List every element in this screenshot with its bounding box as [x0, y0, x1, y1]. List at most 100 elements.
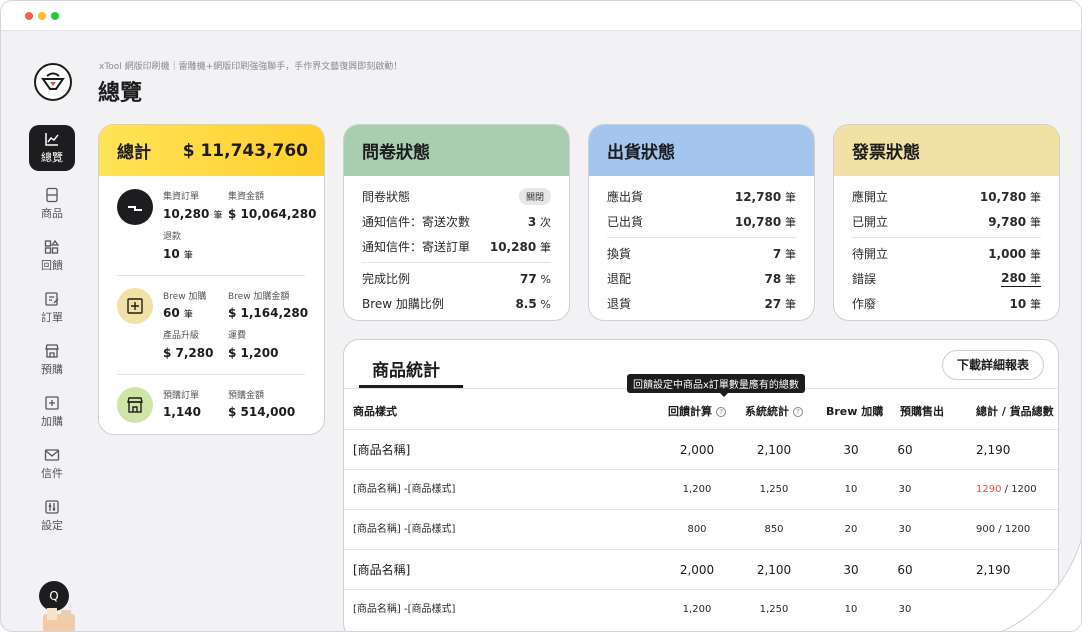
refund-label: 退款 [163, 232, 182, 242]
system-stats-cell: 2,100 [756, 443, 792, 457]
reward-calc-cell: 1,200 [682, 604, 712, 615]
invoice-row-label: 作廢 [852, 297, 877, 311]
product-name-cell: [商品名稱] [353, 443, 411, 457]
addon-icon [45, 396, 59, 410]
invoice-row-label: 應開立 [852, 190, 889, 204]
app-window: xTool 網版印刷機｜雷雕機+網版印刷強強聯手，手作界文藝復興即刻啟動！ 總覽… [0, 0, 1082, 632]
survey-row: 通知信件：寄送訂單 10,280 筆 [344, 234, 569, 259]
decorative-illustration-icon [43, 608, 75, 631]
brew-amount-value: $ 1,164,280 [228, 306, 309, 320]
invoice-row[interactable]: 錯誤 280 筆 [834, 266, 1059, 291]
help-icon[interactable]: ? [716, 407, 726, 417]
sidebar-item-overview[interactable]: 總覽 [29, 125, 75, 171]
sidebar-item-label: 回饋 [41, 259, 63, 272]
survey-row-value: 10,280 筆 [489, 239, 551, 254]
total-amount: $ 11,743,760 [182, 140, 308, 161]
shipping-row-label: 退配 [607, 272, 632, 286]
shipping-fee-label: 運費 [228, 331, 247, 341]
sidebar-item-addons[interactable]: 加購 [29, 389, 75, 435]
survey-status-row: 問卷狀態 關閉 [344, 184, 569, 209]
shipping-row-label: 換貨 [607, 247, 632, 261]
settings-icon [45, 500, 59, 514]
brand-logo-icon[interactable] [34, 63, 72, 101]
shipping-status-card: 出貨狀態 應出貨 12,780 筆 已出貨 10,780 筆 換貨 7 筆 退配… [588, 124, 815, 321]
product-name-cell: [商品名稱] -[商品樣式] [353, 524, 456, 535]
column-header-total[interactable]: 總計 / 貨品總數 [976, 403, 1054, 419]
minimize-window-button[interactable] [38, 12, 46, 20]
product-icon [46, 187, 58, 203]
shipping-row: 退配 78 筆 [589, 266, 814, 291]
sidebar-item-mail[interactable]: 信件 [29, 441, 75, 487]
column-header-brew[interactable]: Brew 加購 [826, 403, 883, 419]
survey-status-badge[interactable]: 關閉 [518, 188, 551, 205]
sidebar-item-orders[interactable]: 訂單 [29, 285, 75, 331]
invoice-row-value: 1,000 筆 [988, 246, 1041, 261]
survey-status-card: 問卷狀態 問卷狀態 關閉 通知信件：寄送次數 3 次 通知信件：寄送訂單 10,… [343, 124, 570, 321]
page-corner-decoration [1001, 539, 1081, 631]
brew-orders-value: 60 筆 [163, 306, 193, 320]
sidebar-item-label: 信件 [41, 467, 63, 480]
tab-product-stats[interactable]: 商品統計 [372, 356, 440, 381]
brew-addon-icon [117, 288, 153, 324]
preorder-amount-label: 預購金額 [228, 391, 265, 401]
maximize-window-button[interactable] [51, 12, 59, 20]
total-card-header: 總計 $ 11,743,760 [99, 125, 324, 176]
funding-icon [117, 189, 153, 225]
reward-calc-cell: 2,000 [679, 563, 715, 577]
shipping-row: 應出貨 12,780 筆 [589, 184, 814, 209]
shipping-row-label: 已出貨 [607, 215, 644, 229]
column-header-preorder[interactable]: 預購售出 [900, 403, 944, 419]
sidebar-item-label: 預購 [41, 363, 63, 376]
page-title: 總覽 [98, 81, 143, 106]
divider [117, 374, 305, 375]
close-window-button[interactable] [25, 12, 33, 20]
sidebar-item-preorder[interactable]: 預購 [29, 337, 75, 383]
upgrade-label: 產品升級 [163, 331, 200, 341]
download-report-button[interactable]: 下載詳細報表 [942, 350, 1044, 380]
sidebar-item-label: 商品 [41, 207, 63, 220]
invoice-row: 作廢 10 筆 [834, 291, 1059, 316]
sidebar-item-label: 加購 [41, 415, 63, 428]
product-name-cell: [商品名稱] [353, 563, 411, 577]
reward-calc-cell: 2,000 [679, 443, 715, 457]
invoice-row-value: 10,780 筆 [979, 189, 1041, 204]
funding-orders-value: 10,280 筆 [163, 207, 223, 221]
product-name-cell: [商品名稱] -[商品樣式] [353, 604, 456, 615]
help-tooltip: 回饋設定中商品x訂單數量應有的總數 [627, 374, 805, 393]
invoice-row: 應開立 10,780 筆 [834, 184, 1059, 209]
divider [852, 237, 1041, 238]
funding-amount-value: $ 10,064,280 [228, 207, 317, 221]
shipping-row-value: 10,780 筆 [734, 214, 796, 229]
column-header-product[interactable]: 商品樣式 [353, 403, 397, 419]
sidebar-item-products[interactable]: 商品 [29, 181, 75, 227]
total-title: 總計 [117, 143, 151, 163]
divider [362, 262, 551, 263]
funding-orders-label: 集資訂單 [163, 192, 200, 202]
sidebar-item-label: 總覽 [41, 151, 63, 164]
survey-row-label: 通知信件：寄送次數 [362, 215, 471, 229]
survey-row-value: 3 次 [527, 214, 551, 229]
survey-card-header: 問卷狀態 [344, 125, 569, 176]
sidebar-item-settings[interactable]: 設定 [29, 493, 75, 539]
preorder-orders-value: 1,140 [163, 405, 201, 419]
sidebar-item-rewards[interactable]: 回饋 [29, 233, 75, 279]
shipping-row-value: 7 筆 [772, 246, 796, 261]
help-icon[interactable]: ? [793, 407, 803, 417]
column-header-reward-calc[interactable]: 回饋計算? [668, 403, 726, 419]
shipping-row-value: 27 筆 [764, 296, 796, 311]
shipping-row-label: 應出貨 [607, 190, 644, 204]
mail-icon [44, 449, 60, 461]
invoice-error-link[interactable]: 280 筆 [1001, 270, 1041, 287]
brew-cell: 10 [844, 604, 858, 615]
preorder-orders-label: 預購訂單 [163, 391, 200, 401]
sidebar-item-label: 訂單 [41, 311, 63, 324]
order-icon [45, 292, 59, 306]
invoice-row-label: 已開立 [852, 215, 889, 229]
column-header-system-stats[interactable]: 系統統計? [745, 403, 803, 419]
funding-amount-label: 集資金額 [228, 192, 265, 202]
invoice-card-header: 發票狀態 [834, 125, 1059, 176]
survey-row: 完成比例 77 % [344, 266, 569, 291]
divider [607, 237, 796, 238]
total-card: 總計 $ 11,743,760 集資訂單 10,280 筆 集資金額 $ 10,… [98, 124, 325, 435]
shipping-fee-value: $ 1,200 [228, 346, 279, 360]
